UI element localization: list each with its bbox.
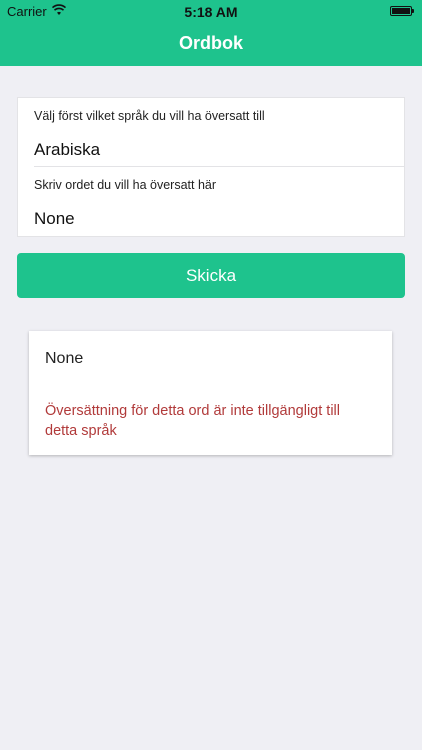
send-button[interactable]: Skicka	[17, 253, 405, 298]
word-input[interactable]: None	[34, 209, 404, 229]
word-field-label: Skriv ordet du vill ha översatt här	[34, 178, 217, 192]
result-word: None	[45, 350, 84, 367]
status-bar: Carrier 5:18 AM	[0, 0, 422, 22]
status-time: 5:18 AM	[184, 4, 238, 20]
result-card: None Översättning för detta ord är inte …	[29, 331, 392, 455]
battery-icon	[390, 6, 414, 16]
language-field[interactable]: Välj först vilket språk du vill ha övers…	[34, 109, 404, 160]
language-select[interactable]: Arabiska	[34, 140, 404, 160]
form-divider	[34, 166, 404, 167]
app-header: Carrier 5:18 AM Ordbok	[0, 0, 422, 66]
word-field[interactable]: Skriv ordet du vill ha översatt här None	[34, 178, 404, 229]
result-error-message: Översättning för detta ord är inte tillg…	[45, 403, 340, 439]
language-field-label: Välj först vilket språk du vill ha övers…	[34, 109, 265, 123]
battery-level	[392, 8, 410, 14]
page-title: Ordbok	[178, 33, 243, 53]
translation-form: Välj först vilket språk du vill ha övers…	[17, 97, 405, 237]
